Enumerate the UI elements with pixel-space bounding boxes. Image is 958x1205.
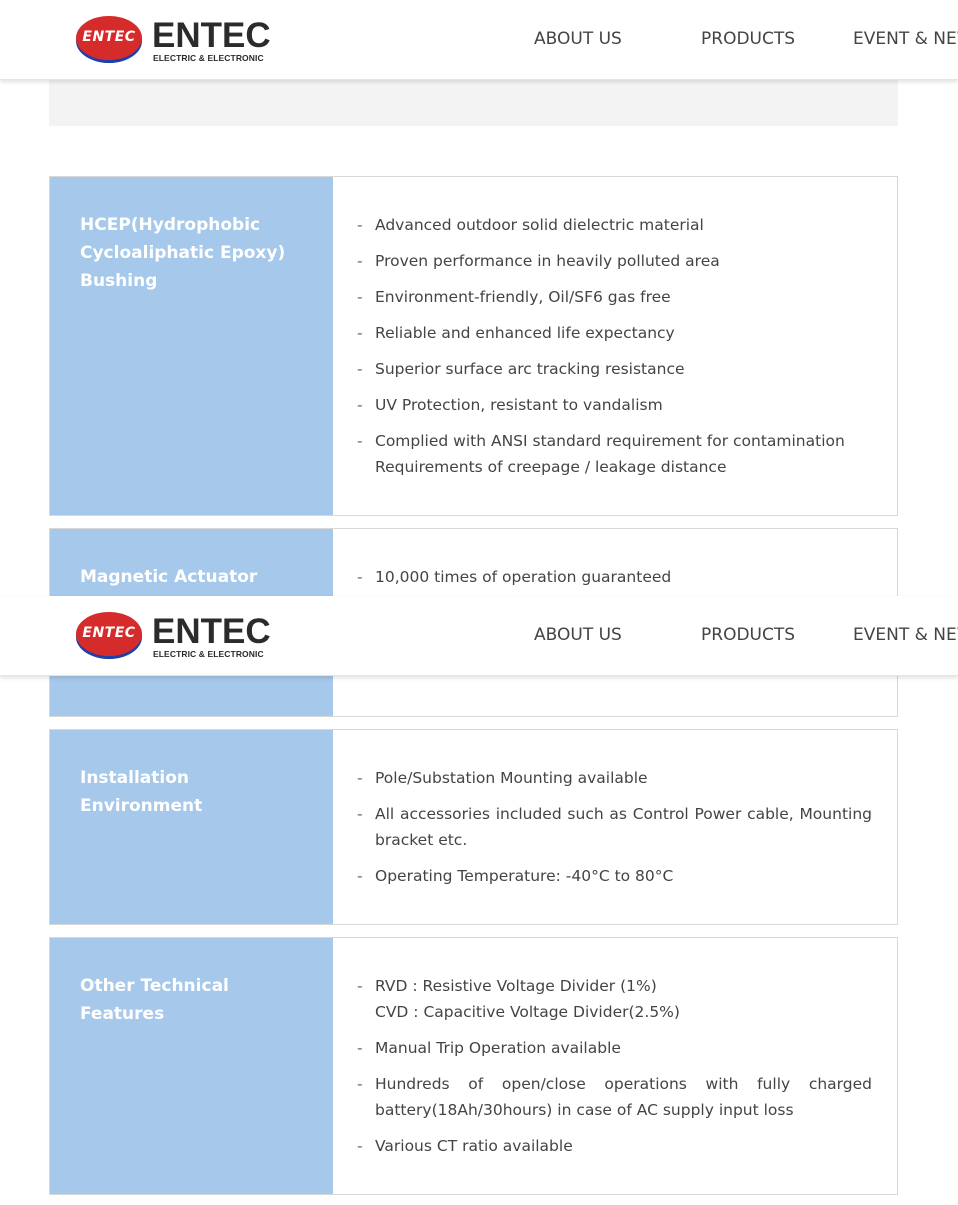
feature-title: Installation Environment [80, 768, 203, 816]
list-item: - Environment-friendly, Oil/SF6 gas free [357, 288, 671, 306]
list-item: - Proven performance in heavily polluted … [357, 252, 720, 270]
feature-list: - Pole/Substation Mounting available - All… [357, 765, 872, 899]
list-item: - Superior surface arc tracking resistanc… [357, 360, 685, 378]
logo-tagline: ELECTRIC & ELECTRONIC [153, 649, 264, 659]
list-item: - UV Protection, resistant to vandalism [357, 396, 663, 414]
feature-list: -10,000 times of operation guaranteed [357, 564, 872, 600]
list-item: - Manual Trip Operation available [357, 1039, 621, 1057]
list-item: - Operating Temperature: -40°C to 80°C [357, 867, 674, 885]
feature-block-installation-environment: Installation Environment - Pole/Substatio… [49, 729, 898, 925]
list-item: - Reliable and enhanced life expectancy [357, 324, 675, 342]
feature-title: Other Technical Features [80, 976, 229, 1024]
nav-event-news[interactable]: EVENT & NEWS [853, 29, 958, 49]
feature-title: Magnetic Actuator [80, 567, 258, 587]
site-header-sticky: ENTEC ENTEC ELECTRIC & ELECTRONIC ABOUT … [0, 596, 958, 676]
list-item: - Pole/Substation Mounting available [357, 769, 648, 787]
nav-about-us[interactable]: ABOUT US [534, 29, 622, 49]
site-header: ENTEC ENTEC ELECTRIC & ELECTRONIC ABOUT … [0, 0, 958, 80]
nav-products[interactable]: PRODUCTS [701, 29, 795, 49]
list-item: -10,000 times of operation guaranteed [357, 568, 672, 586]
list-item: - Hundreds of open/close operations with … [357, 1075, 872, 1119]
feature-block-hcep: HCEP(Hydrophobic Cycloaliphatic Epoxy) B… [49, 176, 898, 516]
nav-event-news[interactable]: EVENT & NEWS [853, 625, 958, 645]
list-item: - Advanced outdoor solid dielectric mater… [357, 216, 704, 234]
feature-block-other-technical-features: Other Technical Features - RVD : Resistiv… [49, 937, 898, 1195]
list-item: - RVD : Resistive Voltage Divider (1%) CVD… [357, 977, 680, 1021]
entec-logo[interactable]: ENTEC ENTEC ELECTRIC & ELECTRONIC [75, 15, 275, 67]
feature-list: - Advanced outdoor solid dielectric mater… [357, 212, 872, 490]
entec-logo[interactable]: ENTEC ENTEC ELECTRIC & ELECTRONIC [75, 611, 275, 663]
logo-badge-text: ENTEC [82, 29, 136, 45]
section-banner [49, 80, 898, 126]
logo-badge-text: ENTEC [82, 625, 136, 641]
logo-wordmark: ENTEC [152, 612, 271, 651]
list-item: - Complied with ANSI standard requirement… [357, 432, 845, 476]
list-item: - Various CT ratio available [357, 1137, 573, 1155]
feature-list: - RVD : Resistive Voltage Divider (1%) CVD… [357, 973, 872, 1169]
logo-wordmark: ENTEC [152, 16, 271, 55]
feature-label-column [50, 730, 333, 924]
logo-tagline: ELECTRIC & ELECTRONIC [153, 53, 264, 63]
nav-products[interactable]: PRODUCTS [701, 625, 795, 645]
feature-title: HCEP(Hydrophobic Cycloaliphatic Epoxy) B… [80, 215, 286, 291]
nav-about-us[interactable]: ABOUT US [534, 625, 622, 645]
list-item: - All accessories included such as Contro… [357, 805, 872, 849]
